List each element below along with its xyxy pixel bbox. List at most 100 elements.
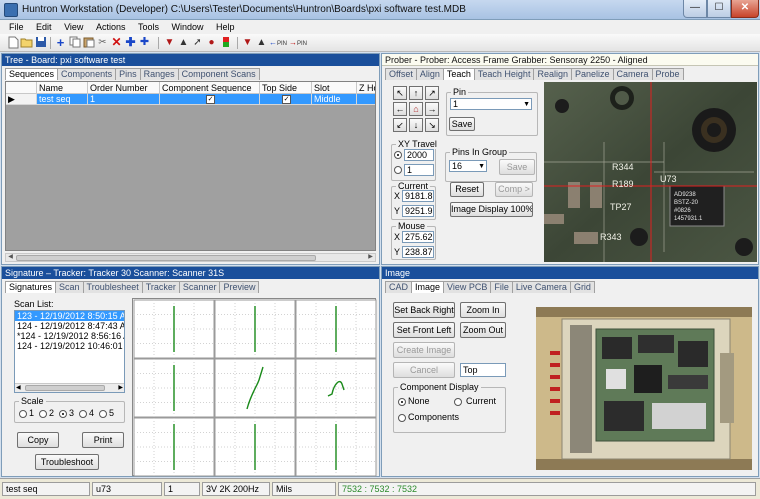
scroll-thumb[interactable] <box>25 385 105 391</box>
tab-realign[interactable]: Realign <box>533 68 572 80</box>
comp-button[interactable]: Comp > <box>495 182 533 197</box>
probe-down-icon[interactable]: ▼ <box>163 36 176 49</box>
scan-list-item[interactable]: 123 - 12/19/2012 8:50:15 AM <box>15 311 124 321</box>
tab-cad[interactable]: CAD <box>385 281 413 293</box>
add-group-icon[interactable]: ✚ <box>138 36 151 49</box>
copy-icon[interactable] <box>68 36 81 49</box>
paste-icon[interactable] <box>82 36 95 49</box>
signature-cell[interactable] <box>133 299 215 359</box>
scan-pin-icon[interactable]: ▼ <box>241 36 254 49</box>
tab-sequences[interactable]: Sequences <box>5 68 59 80</box>
tab-probe[interactable]: Probe <box>651 68 684 80</box>
tab-signatures[interactable]: Signatures <box>5 281 57 293</box>
move-down-right-button[interactable]: ↘ <box>425 118 439 132</box>
cell-component-sequence[interactable]: ✓ <box>160 94 260 105</box>
board-side-field[interactable]: Top <box>460 363 506 377</box>
tab-teach[interactable]: Teach <box>442 68 475 80</box>
probe-scan-icon[interactable]: ● <box>205 36 218 49</box>
tab-image[interactable]: Image <box>411 281 445 293</box>
column-component-sequence[interactable]: Component Sequence <box>160 82 260 94</box>
prober-camera-view[interactable]: R344 R189 U73 TP27 R343 AD9238 BSTZ-20 #… <box>544 82 757 262</box>
pins-in-group-select[interactable]: 16 ▼ <box>449 160 487 172</box>
move-left-button[interactable]: ← <box>393 102 407 116</box>
new-icon[interactable] <box>6 36 19 49</box>
cell-order[interactable]: 1 <box>88 94 160 105</box>
move-down-left-button[interactable]: ↙ <box>393 118 407 132</box>
tab-camera[interactable]: Camera <box>612 68 653 80</box>
column-slot[interactable]: Slot <box>312 82 357 94</box>
scale-radio-1[interactable] <box>19 410 27 418</box>
tab-scanner[interactable]: Scanner <box>178 281 221 293</box>
column-top-side[interactable]: Top Side <box>260 82 312 94</box>
minimize-button[interactable]: — <box>683 0 707 18</box>
menu-edit[interactable]: Edit <box>31 20 57 34</box>
cut-icon[interactable]: ✂ <box>96 36 109 49</box>
cell-slot[interactable]: Middle <box>312 94 357 105</box>
signature-cell[interactable] <box>295 358 377 418</box>
tab-preview[interactable]: Preview <box>219 281 260 293</box>
scan-list[interactable]: 123 - 12/19/2012 8:50:15 AM 124 - 12/19/… <box>14 310 125 393</box>
scale-radio-2[interactable] <box>39 410 47 418</box>
scroll-thumb[interactable] <box>16 255 316 261</box>
scale-radio-4[interactable] <box>79 410 87 418</box>
tab-teach-height[interactable]: Teach Height <box>473 68 535 80</box>
signature-cell[interactable] <box>214 299 296 359</box>
cell-z-hor[interactable] <box>357 94 375 105</box>
green-light-icon[interactable] <box>219 36 232 49</box>
cell-name[interactable]: test seq <box>37 94 88 105</box>
scroll-right-arrow[interactable]: ▶ <box>366 254 375 261</box>
open-folder-icon[interactable] <box>20 36 33 49</box>
tab-view-pcb[interactable]: View PCB <box>443 281 492 293</box>
xy-travel-radio-2[interactable] <box>394 166 402 174</box>
reset-button[interactable]: Reset <box>450 182 484 197</box>
pin-save-button[interactable]: Save <box>449 117 475 131</box>
tab-troublesheet[interactable]: Troublesheet <box>82 281 143 293</box>
tab-component-scans[interactable]: Component Scans <box>177 68 260 80</box>
scan-up-icon[interactable]: ▲ <box>255 36 268 49</box>
xy-travel-value-1[interactable]: 2000 <box>404 149 434 161</box>
tab-tracker[interactable]: Tracker <box>141 281 180 293</box>
zoom-out-button[interactable]: Zoom Out <box>460 322 506 338</box>
menu-view[interactable]: View <box>59 20 88 34</box>
tab-align[interactable]: Align <box>415 68 444 80</box>
component-display-none-radio[interactable] <box>398 398 406 406</box>
scroll-left-arrow[interactable]: ◀ <box>6 254 15 261</box>
tab-file[interactable]: File <box>490 281 513 293</box>
signature-cell[interactable] <box>133 417 215 477</box>
move-down-button[interactable]: ↓ <box>409 118 423 132</box>
xy-travel-value-2[interactable]: 1 <box>404 164 434 176</box>
scan-list-item[interactable]: 124 - 12/19/2012 8:47:43 AM <box>15 321 124 331</box>
menu-actions[interactable]: Actions <box>91 20 131 34</box>
column-order-number[interactable]: Order Number <box>88 82 160 94</box>
signature-display[interactable] <box>132 298 377 477</box>
tab-ranges[interactable]: Ranges <box>139 68 179 80</box>
zoom-in-button[interactable]: Zoom In <box>460 302 506 318</box>
scan-list-item[interactable]: 124 - 12/19/2012 10:46:01 AM <box>15 341 124 351</box>
column-z-hor[interactable]: Z Hor <box>357 82 375 94</box>
top-side-checkbox[interactable]: ✓ <box>282 95 291 104</box>
close-button[interactable]: ✕ <box>731 0 759 18</box>
menu-file[interactable]: File <box>0 20 29 34</box>
tab-live-camera[interactable]: Live Camera <box>511 281 571 293</box>
component-sequence-checkbox[interactable]: ✓ <box>206 95 215 104</box>
cell-top-side[interactable]: ✓ <box>260 94 312 105</box>
move-up-left-button[interactable]: ↖ <box>393 86 407 100</box>
signature-cell[interactable] <box>295 299 377 359</box>
scroll-right-arrow[interactable]: ▶ <box>118 384 123 391</box>
scale-radio-3[interactable] <box>59 410 67 418</box>
tab-scan[interactable]: Scan <box>55 281 84 293</box>
menu-help[interactable]: Help <box>211 20 240 34</box>
probe-move-icon[interactable]: ➚ <box>191 36 204 49</box>
column-name[interactable]: Name <box>37 82 88 94</box>
tab-grid[interactable]: Grid <box>569 281 595 293</box>
create-image-button[interactable]: Create Image <box>393 342 455 358</box>
image-display-button[interactable]: Image Display 100% <box>450 202 533 217</box>
signature-cell[interactable] <box>295 417 377 477</box>
board-image-view[interactable] <box>536 307 752 470</box>
tab-panelize[interactable]: Panelize <box>570 68 614 80</box>
pin-select[interactable]: 1 ▼ <box>450 98 532 110</box>
component-display-current-radio[interactable] <box>454 398 462 406</box>
component-display-components-radio[interactable] <box>398 414 406 422</box>
row-indicator[interactable]: ▶ <box>6 94 37 105</box>
tab-offset[interactable]: Offset <box>385 68 417 80</box>
